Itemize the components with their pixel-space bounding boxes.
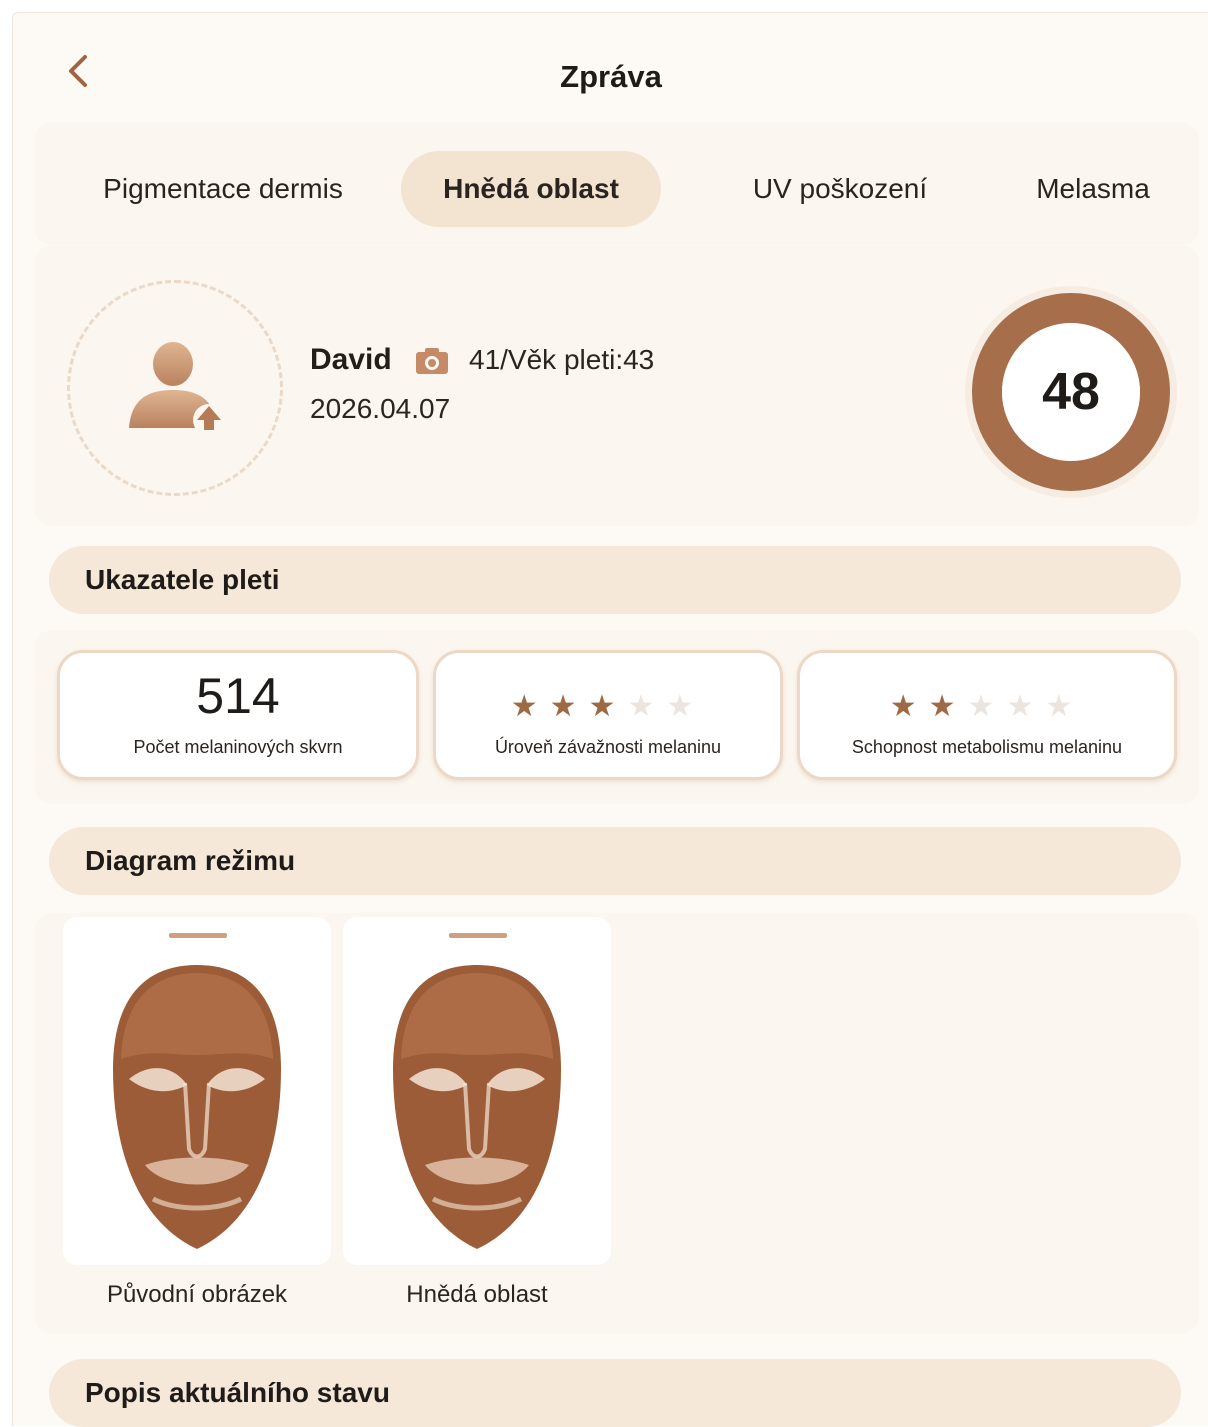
star-icon: ★	[928, 690, 968, 723]
metric-label: Schopnost metabolismu melaninu	[851, 737, 1123, 757]
image-label: Původní obrázek	[106, 1281, 288, 1308]
star-icon: ★	[510, 690, 550, 723]
metric-value: 514	[196, 668, 280, 724]
user-name: David	[310, 343, 392, 376]
face-scan-image	[113, 965, 281, 1249]
star-icon: ★	[666, 690, 706, 723]
star-icon: ★	[967, 690, 1007, 723]
score-value: 48	[1042, 363, 1100, 421]
metric-label: Úroveň závažnosti melaninu	[494, 737, 722, 757]
star-icon: ★	[889, 690, 929, 723]
drag-handle	[449, 933, 507, 938]
face-scan-image	[393, 965, 561, 1249]
section-title: Ukazatele pleti	[85, 564, 280, 595]
image-original[interactable]	[63, 917, 331, 1265]
header: Zpráva	[13, 13, 1208, 123]
metrics-card: 514 Počet melaninových skvrn ★★★★★ Úrove…	[35, 630, 1199, 804]
drag-handle	[169, 933, 227, 938]
tab-uv-poskozeni[interactable]: UV poškození	[725, 151, 955, 227]
diagram-card: Původní obrázek Hnědá oblast	[35, 913, 1199, 1333]
metric-spot-count: 514 Počet melaninových skvrn	[57, 650, 419, 780]
star-rating: ★★★★★	[800, 689, 1174, 724]
metric-severity: ★★★★★ Úroveň závažnosti melaninu	[433, 650, 783, 780]
section-title: Popis aktuálního stavu	[85, 1377, 390, 1408]
report-date: 2026.04.07	[310, 393, 451, 424]
section-header-indicators: Ukazatele pleti	[49, 546, 1181, 614]
section-header-diagram: Diagram režimu	[49, 827, 1181, 895]
star-rating: ★★★★★	[436, 689, 780, 724]
page-title: Zpráva	[560, 59, 662, 94]
user-upload-icon	[129, 342, 225, 436]
star-icon: ★	[627, 690, 667, 723]
star-icon: ★	[1045, 690, 1085, 723]
star-icon: ★	[549, 690, 589, 723]
section-title: Diagram režimu	[85, 845, 296, 876]
camera-icon[interactable]	[415, 347, 449, 375]
age-info: 41/Věk pleti:43	[469, 344, 655, 375]
image-brown-area[interactable]	[343, 917, 611, 1265]
tab-pigmentace-dermis[interactable]: Pigmentace dermis	[63, 151, 383, 227]
tab-melasma[interactable]: Melasma	[1013, 151, 1173, 227]
star-icon: ★	[588, 690, 628, 723]
star-icon: ★	[1006, 690, 1046, 723]
tab-bar: Pigmentace dermis Hnědá oblast UV poškoz…	[35, 123, 1199, 245]
image-label: Hnědá oblast	[406, 1281, 548, 1308]
metric-metabolism: ★★★★★ Schopnost metabolismu melaninu	[797, 650, 1177, 780]
app-frame: Zpráva Pigmentace dermis Hnědá oblast UV…	[12, 12, 1208, 1427]
profile-card: David 41/Věk pleti:43 2026.04.07 48	[35, 246, 1199, 526]
tab-hneda-oblast[interactable]: Hnědá oblast	[401, 151, 661, 227]
section-header-description: Popis aktuálního stavu	[49, 1359, 1181, 1427]
metric-label: Počet melaninových skvrn	[133, 737, 343, 757]
avatar[interactable]	[67, 280, 283, 496]
